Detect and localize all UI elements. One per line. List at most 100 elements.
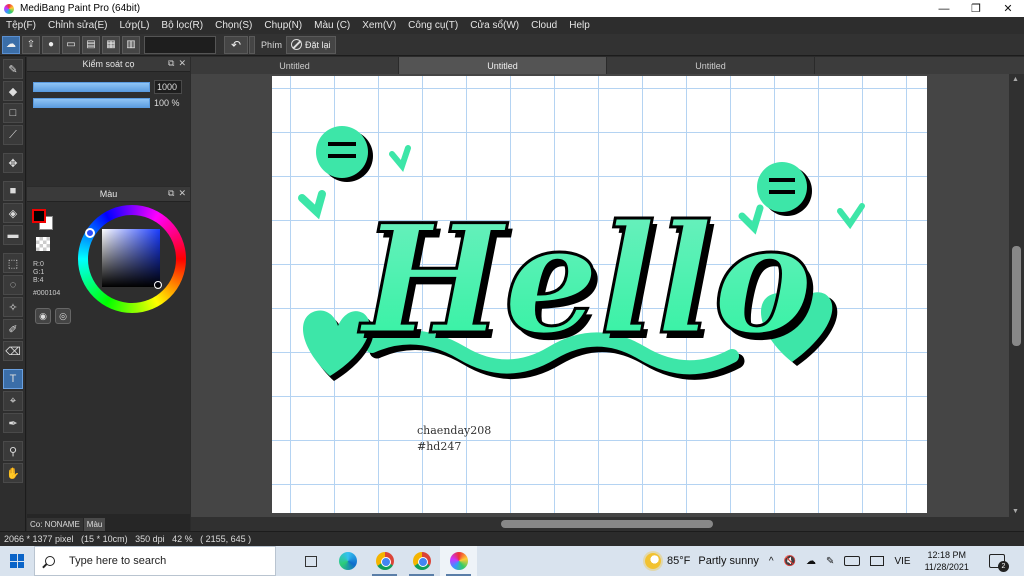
grid-icon[interactable]: ▥ [122, 35, 140, 54]
scroll-up-icon[interactable]: ▲ [1012, 76, 1019, 83]
shape-tool-icon[interactable]: ■ [3, 181, 23, 201]
brush-size-slider[interactable] [33, 82, 150, 92]
task-view-button[interactable] [292, 546, 329, 576]
comment-icon[interactable]: ● [42, 35, 60, 54]
edge-taskbar-button[interactable] [329, 546, 366, 576]
medibang-window: MediBang Paint Pro (64bit) — ❐ ✕ Tệp(F) … [0, 0, 1024, 576]
panel-tab-color[interactable]: Màu [83, 518, 106, 531]
close-button[interactable]: ✕ [992, 0, 1024, 17]
reset-button[interactable]: Đặt lại [286, 35, 336, 54]
magic-wand-tool-icon[interactable]: ✧ [3, 297, 23, 317]
chrome-icon [412, 552, 431, 570]
menu-tools[interactable]: Công cụ(T) [402, 20, 464, 31]
minimize-button[interactable]: — [928, 0, 960, 17]
palette-add-icon[interactable]: ◎ [55, 308, 71, 324]
panel-layout-icon[interactable]: ▦ [102, 35, 120, 54]
brush-size-value[interactable]: 1000 [154, 80, 182, 94]
blur-tool-icon[interactable]: ⟋ [3, 125, 23, 145]
language-indicator[interactable]: VIE [894, 556, 910, 567]
red-value: R:0 [33, 261, 44, 268]
select-rect-tool-icon[interactable]: ⬚ [3, 253, 23, 273]
horizontal-scrollbar[interactable] [191, 517, 1024, 531]
menu-window[interactable]: Cửa sổ(W) [464, 20, 525, 31]
speech-bubble-icon[interactable]: ▭ [62, 35, 80, 54]
canvas-viewport[interactable]: Hello Hello chaenday208 #hd247 [191, 74, 1009, 517]
chrome-taskbar-button[interactable] [366, 546, 403, 576]
text-tool-icon[interactable]: T [3, 369, 23, 389]
brush-opacity-slider[interactable] [33, 98, 150, 108]
document-tab[interactable]: Untitled [607, 57, 815, 74]
undo-history-dropdown[interactable] [249, 35, 255, 54]
vertical-scroll-thumb[interactable] [1012, 246, 1021, 346]
menu-color[interactable]: Màu (C) [308, 20, 356, 31]
menu-help[interactable]: Help [563, 20, 596, 31]
color-panel: Màu ⧉ ✕ R:0 G:1 B:4 #000104 ◉ ◎ [27, 187, 190, 514]
dot-tool-icon[interactable]: □ [3, 103, 23, 123]
brush-opacity-row: 100 % [33, 98, 190, 108]
palette-icon[interactable]: ◉ [35, 308, 51, 324]
vertical-scrollbar[interactable]: ▲ ▼ [1009, 74, 1024, 517]
notification-icon[interactable]: 2 [988, 554, 1009, 572]
slider-fill [34, 83, 149, 91]
eraser-tool-icon[interactable]: ◆ [3, 81, 23, 101]
drawing-canvas[interactable]: Hello Hello chaenday208 #hd247 [272, 76, 927, 513]
select-pen-tool-icon[interactable]: ✐ [3, 319, 23, 339]
menu-filter[interactable]: Bộ lọc(R) [155, 20, 209, 31]
menu-file[interactable]: Tệp(F) [0, 20, 42, 31]
document-area: Untitled Untitled Untitled Hello Hello c… [191, 57, 1024, 531]
document-tab-active[interactable]: Untitled [399, 57, 607, 74]
option-field[interactable] [144, 35, 216, 54]
foreground-color-swatch[interactable] [32, 209, 46, 223]
taskbar-clock[interactable]: 12:18 PM 11/28/2021 [925, 549, 969, 573]
panel-controls: ⧉ ✕ [168, 58, 186, 69]
select-eraser-tool-icon[interactable]: ⌫ [3, 341, 23, 361]
clock-time: 12:18 PM [927, 550, 967, 560]
window-title: MediBang Paint Pro (64bit) [20, 3, 141, 14]
menu-select[interactable]: Chọn(S) [209, 20, 258, 31]
page-icon[interactable]: ▤ [82, 35, 100, 54]
eyedropper-tool-icon[interactable]: ✒ [3, 413, 23, 433]
divide-tool-icon[interactable]: ⌖ [3, 391, 23, 411]
hand-tool-icon[interactable]: ✋ [3, 463, 23, 483]
cloud-icon[interactable]: ☁ [2, 35, 20, 54]
menu-capture[interactable]: Chụp(N) [258, 20, 308, 31]
menu-edit[interactable]: Chỉnh sửa(E) [42, 20, 114, 31]
cloud-icon[interactable]: ☁ [806, 556, 816, 567]
saturation-value-square[interactable] [102, 229, 160, 287]
bucket-tool-icon[interactable]: ◈ [3, 203, 23, 223]
menu-bar: Tệp(F) Chỉnh sửa(E) Lớp(L) Bộ lọc(R) Chọ… [0, 17, 1024, 34]
pen-icon[interactable]: ✎ [826, 556, 834, 567]
transparent-color-swatch[interactable] [36, 237, 50, 251]
chevron-up-icon[interactable]: ^ [769, 556, 774, 567]
shortcut-label: Phím [261, 39, 283, 50]
gradient-tool-icon[interactable]: ▬ [3, 225, 23, 245]
horizontal-scroll-thumb[interactable] [501, 520, 713, 528]
menu-layer[interactable]: Lớp(L) [114, 20, 156, 31]
taskbar-search-box[interactable]: Type here to search [34, 546, 276, 576]
hue-knob[interactable] [85, 228, 95, 238]
menu-view[interactable]: Xem(V) [356, 20, 402, 31]
panel-tab-brush[interactable]: Co: NONAME [27, 518, 83, 531]
brush-tool-icon[interactable]: ✎ [3, 59, 23, 79]
weather-widget[interactable]: 85°F Partly sunny [645, 553, 759, 569]
color-picker-knob[interactable] [154, 281, 162, 289]
scroll-down-icon[interactable]: ▼ [1012, 508, 1019, 515]
maximize-button[interactable]: ❐ [960, 0, 992, 17]
speaker-muted-icon[interactable]: 🔇 [784, 556, 796, 567]
chrome-taskbar-button-2[interactable] [403, 546, 440, 576]
menu-cloud[interactable]: Cloud [525, 20, 563, 31]
move-tool-icon[interactable]: ✥ [3, 153, 23, 173]
start-button[interactable] [0, 546, 34, 576]
hex-value: #000104 [33, 290, 61, 297]
share-icon[interactable]: ⇪ [22, 35, 40, 54]
brush-size-row: 1000 [33, 80, 190, 94]
document-tab[interactable]: Untitled [191, 57, 399, 74]
medibang-taskbar-button[interactable] [440, 546, 477, 576]
keyboard-icon[interactable] [844, 556, 861, 566]
lasso-tool-icon[interactable]: ◌ [3, 275, 23, 295]
display-icon[interactable] [870, 556, 885, 566]
undock-icon[interactable]: ⧉ [168, 58, 174, 69]
pipette-tool-icon[interactable]: ⚲ [3, 441, 23, 461]
panel-close-icon[interactable]: ✕ [178, 58, 186, 69]
undo-icon[interactable]: ↶ [224, 35, 248, 54]
